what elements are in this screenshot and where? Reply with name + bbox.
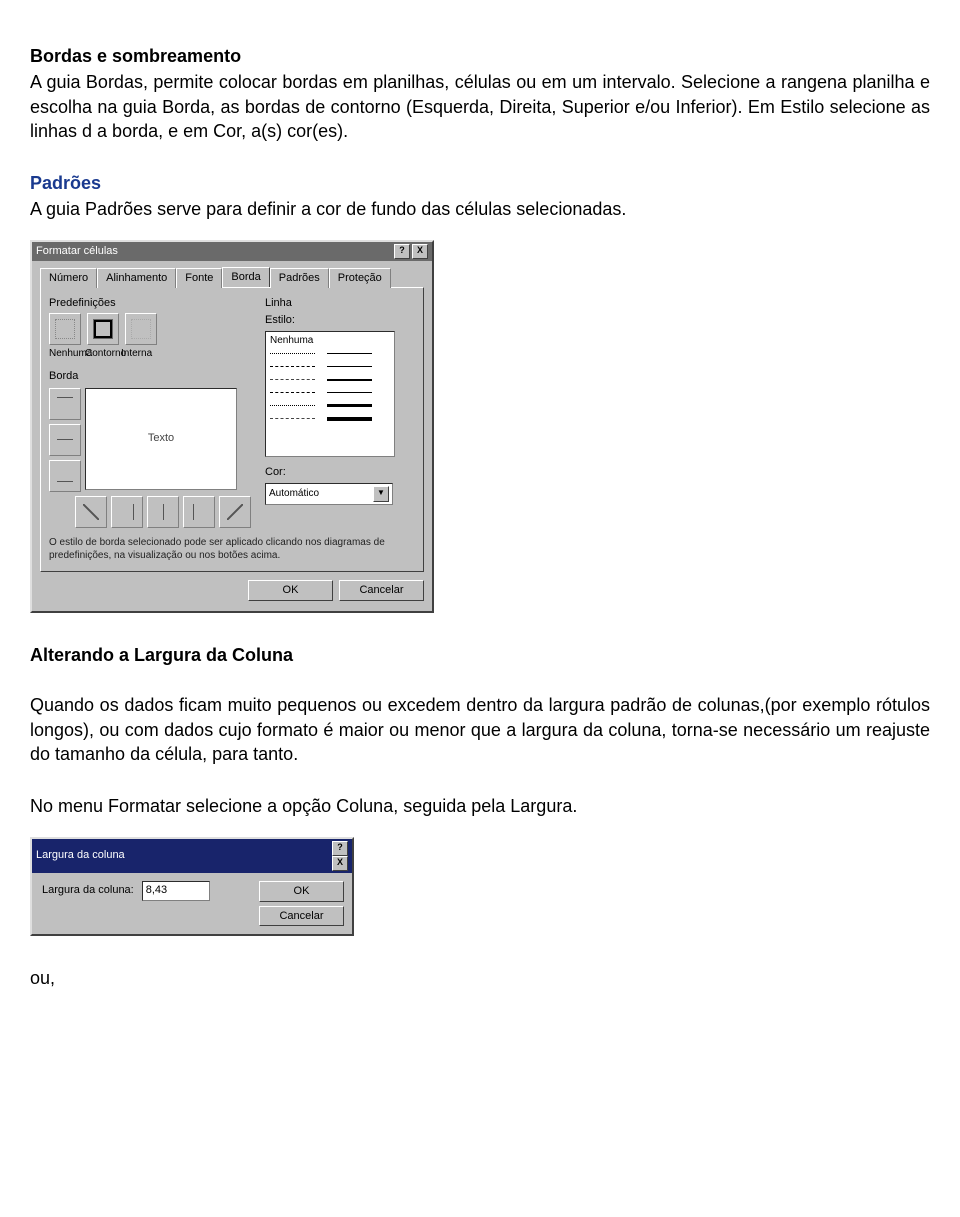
border-mid-h-icon: [55, 430, 75, 450]
chevron-down-icon: ▼: [373, 486, 389, 502]
dialog-largura-coluna: Largura da coluna ? X Largura da coluna:…: [30, 837, 354, 937]
preset-outline-icon: [93, 319, 113, 339]
preview-text: Texto: [148, 431, 174, 446]
line-style-icon: [270, 392, 315, 393]
border-top-button[interactable]: [49, 388, 81, 420]
titlebar-largura[interactable]: Largura da coluna ? X: [32, 839, 352, 873]
border-diag2-icon: [227, 504, 243, 520]
border-diag1-button[interactable]: [75, 496, 107, 528]
tab-numero[interactable]: Número: [40, 268, 97, 288]
help-icon[interactable]: ?: [332, 841, 348, 856]
paragraph-largura-1: Quando os dados ficam muito pequenos ou …: [30, 693, 930, 766]
preset-none-label: Nenhuma: [49, 347, 79, 361]
dialog-formatar-celulas: Formatar células ? X Número Alinhamento …: [30, 240, 434, 613]
border-left-icon: [123, 502, 143, 522]
border-diag2-button[interactable]: [219, 496, 251, 528]
border-diag1-icon: [83, 504, 99, 520]
border-mid-v-icon: [153, 502, 173, 522]
border-bottom-button[interactable]: [49, 460, 81, 492]
color-dropdown[interactable]: Automático ▼: [265, 483, 393, 505]
paragraph-padroes: A guia Padrões serve para definir a cor …: [30, 197, 930, 221]
label-linha: Linha: [265, 296, 415, 311]
line-style-icon: [270, 418, 315, 419]
line-style-icon: [327, 392, 372, 393]
border-preview[interactable]: Texto: [85, 388, 237, 490]
close-icon[interactable]: X: [332, 856, 348, 871]
heading-padroes: Padrões: [30, 171, 930, 195]
line-style-icon: [270, 366, 315, 367]
close-icon[interactable]: X: [412, 244, 428, 259]
ok-button[interactable]: OK: [248, 580, 333, 601]
line-style-icon: [327, 366, 372, 367]
largura-label: Largura da coluna:: [42, 883, 134, 898]
tab-alinhamento[interactable]: Alinhamento: [97, 268, 176, 288]
border-mid-h-button[interactable]: [49, 424, 81, 456]
tab-row: Número Alinhamento Fonte Borda Padrões P…: [40, 267, 424, 287]
line-style-icon: [270, 353, 315, 354]
line-style-icon: [270, 379, 315, 380]
preset-inside-label: Interna: [121, 347, 151, 361]
hint-text: O estilo de borda selecionado pode ser a…: [49, 536, 415, 563]
style-list[interactable]: Nenhuma: [265, 331, 395, 457]
line-style-icon: [327, 353, 372, 354]
border-mid-v-button[interactable]: [147, 496, 179, 528]
heading-bordas: Bordas e sombreamento: [30, 44, 930, 68]
label-estilo: Estilo:: [265, 313, 415, 328]
line-style-icon: [327, 404, 372, 407]
line-style-icon: [327, 417, 372, 421]
style-none[interactable]: Nenhuma: [270, 334, 390, 347]
preset-outline-label: Contorno: [85, 347, 115, 361]
tab-protecao[interactable]: Proteção: [329, 268, 391, 288]
line-style-icon: [327, 379, 372, 381]
ok-button[interactable]: OK: [259, 881, 344, 902]
label-cor: Cor:: [265, 465, 415, 480]
line-style-icon: [270, 405, 315, 406]
preset-none-icon: [55, 319, 75, 339]
border-top-icon: [55, 388, 75, 408]
label-borda: Borda: [49, 369, 251, 384]
preset-inside-button[interactable]: [125, 313, 157, 345]
preset-inside-icon: [131, 319, 151, 339]
tab-padroes[interactable]: Padrões: [270, 268, 329, 288]
paragraph-largura-2: No menu Formatar selecione a opção Colun…: [30, 794, 930, 818]
tab-borda[interactable]: Borda: [222, 267, 269, 287]
cancel-button[interactable]: Cancelar: [339, 580, 424, 601]
help-icon[interactable]: ?: [394, 244, 410, 259]
titlebar-formatar[interactable]: Formatar células ? X: [32, 242, 432, 261]
largura-input[interactable]: 8,43: [142, 881, 210, 901]
border-right-icon: [183, 502, 203, 522]
heading-largura: Alterando a Largura da Coluna: [30, 643, 930, 667]
dialog-title-text: Formatar células: [36, 244, 118, 259]
border-left-button[interactable]: [111, 496, 143, 528]
preset-none-button[interactable]: [49, 313, 81, 345]
footer-ou: ou,: [30, 966, 930, 990]
border-bottom-icon: [55, 472, 75, 492]
tabpanel-borda: Predefinições Nenhuma Contorno Interna B…: [40, 287, 424, 572]
dialog2-title-text: Largura da coluna: [36, 848, 125, 863]
paragraph-bordas: A guia Bordas, permite colocar bordas em…: [30, 70, 930, 143]
cancel-button[interactable]: Cancelar: [259, 906, 344, 927]
label-predefinicoes: Predefinições: [49, 296, 251, 311]
tab-fonte[interactable]: Fonte: [176, 268, 222, 288]
border-right-button[interactable]: [183, 496, 215, 528]
preset-outline-button[interactable]: [87, 313, 119, 345]
color-value: Automático: [269, 487, 319, 501]
